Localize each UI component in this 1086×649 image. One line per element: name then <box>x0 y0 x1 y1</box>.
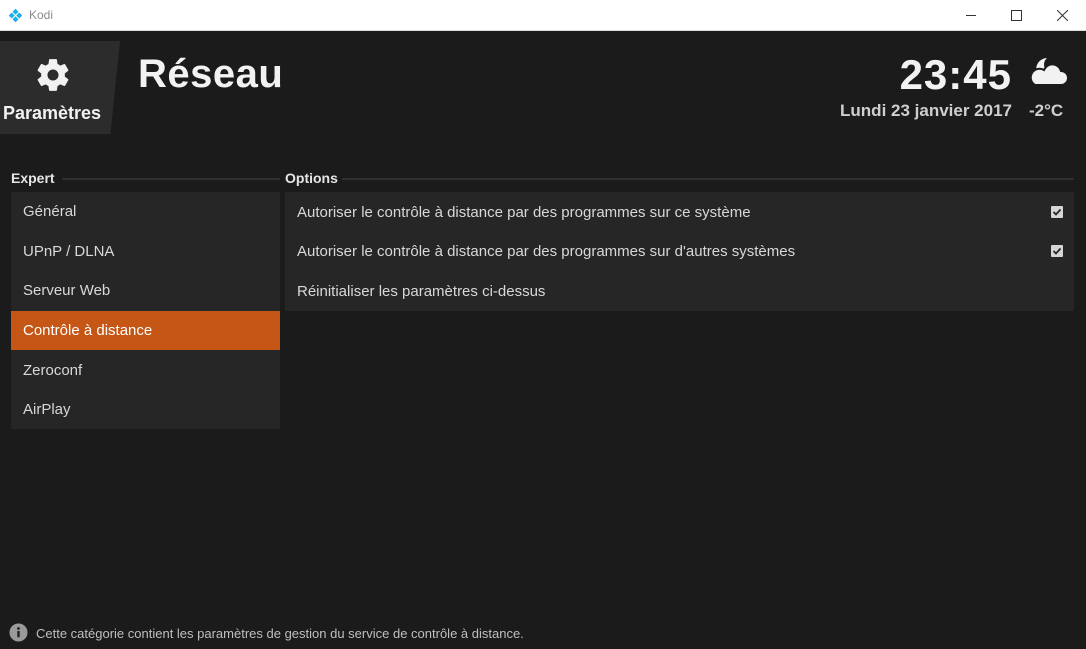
options-panel: Autoriser le contrôle à distance par des… <box>285 192 1074 311</box>
window-title: Kodi <box>29 8 54 22</box>
maximize-icon <box>1010 10 1022 21</box>
info-icon <box>9 623 28 642</box>
sidebar-heading-divider <box>62 178 280 180</box>
category-item-label: Contrôle à distance <box>23 322 153 339</box>
option-reset-settings[interactable]: Réinitialiser les paramètres ci-dessus <box>285 272 1074 311</box>
category-item-remote-control[interactable]: Contrôle à distance <box>11 311 280 350</box>
category-item-zeroconf[interactable]: Zeroconf <box>11 351 280 390</box>
settings-home-button[interactable]: Paramètres <box>0 41 120 134</box>
minimize-icon <box>965 15 976 16</box>
date-label: Lundi 23 janvier 2017 <box>840 101 1012 120</box>
checkbox-checked-icon[interactable] <box>1051 245 1063 257</box>
options-heading-divider <box>342 178 1074 180</box>
footer-description: Cette catégorie contient les paramètres … <box>36 626 524 641</box>
kodi-logo-icon <box>8 8 23 23</box>
category-item-label: UPnP / DLNA <box>23 243 115 260</box>
category-item-upnp-dlna[interactable]: UPnP / DLNA <box>11 232 280 271</box>
minimize-button[interactable] <box>948 0 994 31</box>
category-item-label: AirPlay <box>23 401 71 418</box>
options-heading: Options <box>285 170 338 186</box>
clock: 23:45 <box>899 51 1012 98</box>
category-list: Général UPnP / DLNA Serveur Web Contrôle… <box>11 192 280 429</box>
option-label: Réinitialiser les paramètres ci-dessus <box>297 283 546 300</box>
category-item-web-server[interactable]: Serveur Web <box>11 271 280 310</box>
option-allow-remote-control[interactable]: Autoriser le contrôle à distance par des… <box>285 232 1074 271</box>
option-allow-local-control[interactable]: Autoriser le contrôle à distance par des… <box>285 193 1074 232</box>
option-label: Autoriser le contrôle à distance par des… <box>297 204 751 221</box>
window-titlebar: Kodi <box>0 0 1086 31</box>
maximize-button[interactable] <box>993 0 1039 31</box>
close-icon <box>1056 10 1068 21</box>
category-item-label: Serveur Web <box>23 282 111 299</box>
gear-icon <box>37 59 69 91</box>
sidebar-heading: Expert <box>11 170 55 186</box>
partly-cloudy-night-icon <box>1029 58 1067 86</box>
checkbox-checked-icon[interactable] <box>1051 206 1063 218</box>
settings-label: Paramètres <box>3 103 102 123</box>
page-title: Réseau <box>138 52 284 96</box>
category-item-airplay[interactable]: AirPlay <box>11 390 280 429</box>
close-button[interactable] <box>1039 0 1085 31</box>
temperature-label: -2°C <box>1029 101 1064 120</box>
option-label: Autoriser le contrôle à distance par des… <box>297 243 796 260</box>
category-item-label: Zeroconf <box>23 362 83 379</box>
category-item-label: Général <box>23 203 77 220</box>
category-item-general[interactable]: Général <box>11 192 280 231</box>
